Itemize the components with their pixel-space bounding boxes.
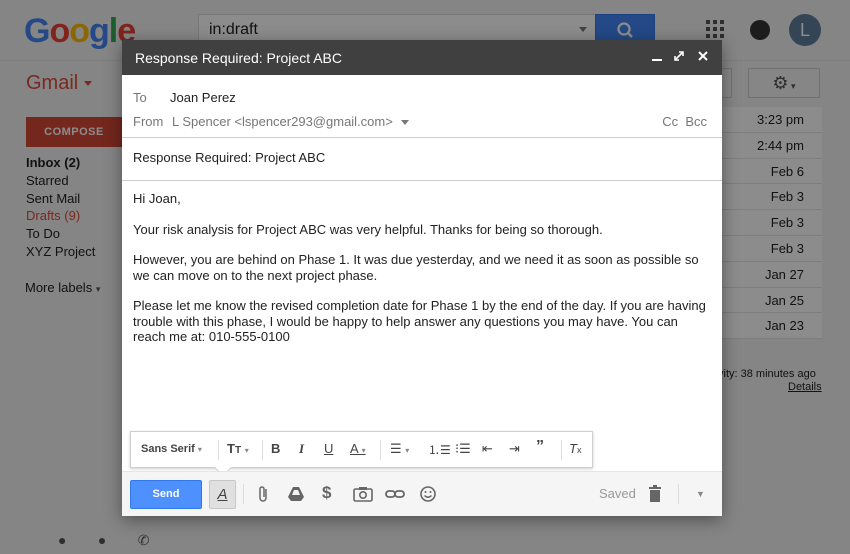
divider bbox=[243, 484, 244, 504]
formatting-options-icon[interactable]: A bbox=[209, 480, 236, 509]
compose-title: Response Required: Project ABC bbox=[135, 50, 342, 66]
recipient-chip[interactable]: Joan Perez bbox=[170, 90, 236, 105]
formatting-toolbar: Sans Serif ▾ TT ▾ B I U A ▾ ☰ ▾ ⒈☰ ⁝☰ ⇤ … bbox=[130, 431, 593, 477]
underline-icon[interactable]: U bbox=[324, 441, 333, 456]
divider bbox=[380, 440, 381, 460]
bold-icon[interactable]: B bbox=[271, 441, 280, 456]
send-button[interactable]: Send bbox=[130, 480, 202, 509]
insert-photo-icon[interactable] bbox=[353, 485, 373, 508]
indent-more-icon[interactable]: ⇥ bbox=[509, 441, 520, 457]
insert-link-icon[interactable] bbox=[385, 485, 405, 508]
cc-bcc-links: Cc Bcc bbox=[662, 114, 707, 129]
saved-status: Saved bbox=[599, 486, 636, 501]
divider bbox=[678, 484, 679, 504]
more-options-icon[interactable]: ▼ bbox=[696, 489, 705, 499]
remove-formatting-icon[interactable]: Tx bbox=[569, 441, 581, 456]
body-paragraph: Hi Joan, bbox=[133, 191, 181, 206]
attach-file-icon[interactable] bbox=[257, 485, 271, 508]
chevron-down-icon[interactable] bbox=[400, 120, 409, 126]
to-field[interactable]: To Joan Perez bbox=[122, 75, 722, 105]
divider bbox=[561, 440, 562, 460]
cc-link[interactable]: Cc bbox=[662, 114, 678, 129]
from-value: L Spencer <lspencer293@gmail.com> bbox=[172, 114, 393, 129]
from-field[interactable]: From L Spencer <lspencer293@gmail.com> Cc… bbox=[122, 105, 722, 137]
bulleted-list-icon[interactable]: ⁝☰ bbox=[455, 441, 471, 457]
font-family-label: Sans Serif bbox=[141, 443, 195, 455]
body-paragraph: Please let me know the revised completio… bbox=[133, 298, 706, 344]
from-label: From bbox=[133, 114, 164, 129]
discard-draft-icon[interactable] bbox=[648, 485, 662, 508]
close-icon[interactable] bbox=[697, 49, 709, 66]
to-label: To bbox=[133, 90, 147, 105]
numbered-list-icon[interactable]: ⒈☰ bbox=[428, 441, 451, 458]
message-body[interactable]: Hi Joan, Your risk analysis for Project … bbox=[122, 181, 722, 345]
italic-icon[interactable]: I bbox=[299, 441, 304, 457]
exit-fullscreen-icon[interactable] bbox=[673, 49, 685, 66]
align-icon[interactable]: ☰ ▾ bbox=[390, 441, 409, 457]
bcc-link[interactable]: Bcc bbox=[685, 114, 707, 129]
body-paragraph: However, you are behind on Phase 1. It w… bbox=[133, 252, 699, 283]
font-size-icon[interactable]: TT ▾ bbox=[227, 441, 249, 456]
divider bbox=[218, 440, 219, 460]
google-drive-icon[interactable] bbox=[287, 485, 305, 508]
insert-emoji-icon[interactable] bbox=[419, 485, 437, 508]
minimize-icon[interactable] bbox=[651, 49, 663, 66]
send-money-icon[interactable]: $ bbox=[322, 483, 331, 503]
subject-field[interactable]: Response Required: Project ABC bbox=[122, 138, 722, 180]
indent-less-icon[interactable]: ⇤ bbox=[482, 441, 493, 457]
body-paragraph: Your risk analysis for Project ABC was v… bbox=[133, 221, 603, 237]
quote-icon[interactable]: ” bbox=[536, 438, 544, 456]
compose-title-bar[interactable]: Response Required: Project ABC bbox=[122, 40, 722, 75]
compose-window: Response Required: Project ABC To Joan Pe… bbox=[122, 40, 722, 516]
compose-bottom-bar: Send A $ Saved ▼ bbox=[122, 471, 722, 516]
text-color-icon[interactable]: A ▾ bbox=[350, 441, 366, 456]
font-family-select[interactable]: Sans Serif ▾ bbox=[141, 443, 202, 455]
divider bbox=[262, 440, 263, 460]
